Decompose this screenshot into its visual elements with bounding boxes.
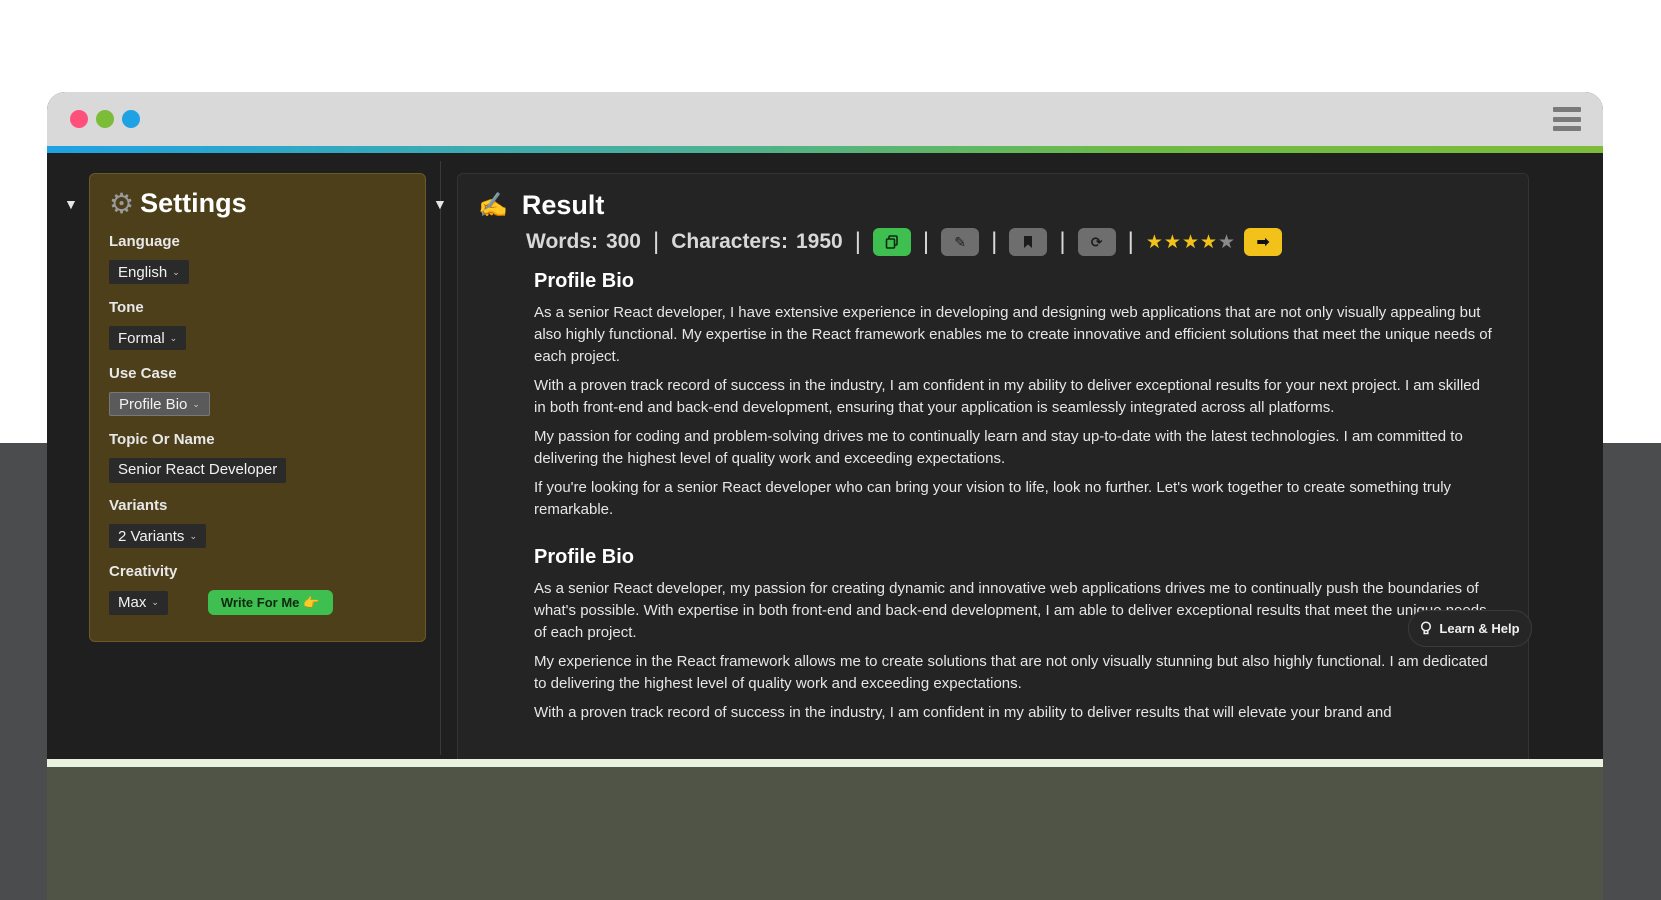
tone-select[interactable]: Formal ⌄ [109, 326, 187, 350]
words-count: 300 [605, 230, 641, 253]
bio-paragraph: With a proven track record of success in… [534, 377, 1480, 416]
bio-title: Profile Bio [534, 546, 635, 568]
copy-icon [885, 235, 898, 249]
creativity-row: Max ⌄ Write For Me 👉 [109, 590, 406, 615]
use-case-value: Profile Bio [119, 395, 188, 413]
pointing-hand-icon: 👉 [303, 594, 320, 610]
language-label: Language [109, 233, 180, 250]
chevron-down-icon: ⌄ [189, 530, 197, 541]
language-value: English [118, 263, 168, 281]
window-titlebar [47, 92, 1603, 146]
write-button-label: Write For Me [220, 595, 300, 610]
topic-input[interactable]: Senior React Developer [109, 458, 287, 483]
window-bottom-strip [47, 759, 1603, 767]
tone-label: Tone [109, 299, 144, 316]
write-for-me-button[interactable]: Write For Me 👉 [207, 590, 333, 615]
menu-icon[interactable] [1553, 107, 1581, 131]
minimize-dot-icon[interactable] [96, 110, 114, 128]
characters-count: 1950 [795, 230, 843, 253]
star-icon[interactable]: ★ [1146, 232, 1164, 253]
regenerate-button[interactable]: ⟳ [1077, 228, 1116, 256]
creativity-select[interactable]: Max ⌄ [109, 590, 168, 615]
copy-button[interactable] [872, 228, 911, 256]
settings-title-text: Settings [140, 188, 247, 218]
edit-button[interactable]: ✎ [941, 228, 980, 256]
star-icon[interactable]: ★ [1164, 232, 1182, 253]
result-header: ✍️ Result [478, 190, 604, 221]
bio-paragraph: As a senior React developer, my passion … [534, 580, 1487, 641]
creativity-label: Creativity [109, 563, 178, 580]
result-stats-bar: Words: 300 | Characters: 1950 | | ✎ | | … [526, 228, 1283, 256]
result-body: Profile Bio As a senior React developer,… [534, 270, 1494, 749]
bio-title: Profile Bio [534, 270, 635, 292]
bio-paragraph: As a senior React developer, I have exte… [534, 304, 1492, 365]
bio-paragraph: With a proven track record of success in… [534, 704, 1392, 721]
lightbulb-icon [1421, 621, 1432, 635]
words-label: Words: [526, 230, 598, 253]
next-arrow-button[interactable]: ➡ [1244, 228, 1283, 256]
bio-variant-1: Profile Bio As a senior React developer,… [534, 270, 1494, 521]
creativity-value: Max [118, 594, 147, 611]
chevron-down-icon: ⌄ [172, 266, 180, 277]
settings-panel: ⚙ Settings Language English ⌄ Tone Forma… [89, 173, 426, 642]
variants-label: Variants [109, 497, 168, 514]
gear-icon: ⚙ [109, 187, 135, 219]
bio-paragraph: My passion for coding and problem-solvin… [534, 428, 1463, 467]
rating-stars[interactable]: ★★★★★ [1146, 231, 1236, 254]
result-title: Result [521, 190, 605, 220]
bio-paragraph: My experience in the React framework all… [534, 653, 1488, 692]
collapse-result-icon[interactable]: ▼ [433, 196, 447, 212]
bookmark-button[interactable] [1009, 228, 1048, 256]
star-empty-icon[interactable]: ★ [1218, 232, 1236, 253]
writing-hand-icon: ✍️ [478, 192, 508, 219]
separator: | [1059, 228, 1066, 255]
app-window: ▼ ⚙ Settings Language English ⌄ Tone For… [47, 92, 1603, 767]
chevron-down-icon: ⌄ [169, 332, 178, 343]
background-footer [47, 767, 1603, 900]
chevron-down-icon: ⌄ [192, 398, 200, 409]
separator: | [991, 228, 998, 255]
characters-label: Characters: [671, 230, 788, 253]
variants-value: 2 Variants [118, 527, 185, 545]
learn-help-button[interactable]: Learn & Help [1408, 610, 1532, 647]
accent-bar [47, 146, 1603, 153]
maximize-dot-icon[interactable] [122, 110, 140, 128]
star-icon[interactable]: ★ [1182, 232, 1200, 253]
bookmark-icon [1024, 236, 1033, 248]
refresh-icon: ⟳ [1090, 233, 1103, 250]
panel-divider[interactable] [440, 161, 441, 755]
tone-value: Formal [118, 329, 165, 347]
use-case-label: Use Case [109, 365, 177, 382]
result-panel: ✍️ Result Words: 300 | Characters: 1950 … [457, 173, 1529, 767]
variants-select[interactable]: 2 Variants ⌄ [109, 524, 206, 548]
separator: | [854, 228, 861, 255]
language-select[interactable]: English ⌄ [109, 260, 189, 284]
separator: | [922, 228, 930, 255]
bio-paragraph: If you're looking for a senior React dev… [534, 479, 1452, 518]
separator: | [1127, 228, 1134, 255]
close-dot-icon[interactable] [70, 110, 88, 128]
main-content: ▼ ⚙ Settings Language English ⌄ Tone For… [47, 153, 1603, 767]
bio-variant-2: Profile Bio As a senior React developer,… [534, 546, 1494, 724]
chevron-down-icon: ⌄ [151, 597, 159, 607]
use-case-select[interactable]: Profile Bio ⌄ [109, 392, 210, 416]
settings-title: ⚙ Settings [109, 188, 406, 219]
learn-help-label: Learn & Help [1439, 621, 1520, 636]
pencil-icon: ✎ [954, 233, 967, 250]
star-icon[interactable]: ★ [1200, 232, 1218, 253]
topic-label: Topic Or Name [109, 431, 215, 448]
separator: | [653, 228, 660, 255]
arrow-right-icon: ➡ [1256, 234, 1270, 251]
collapse-settings-icon[interactable]: ▼ [64, 196, 78, 212]
